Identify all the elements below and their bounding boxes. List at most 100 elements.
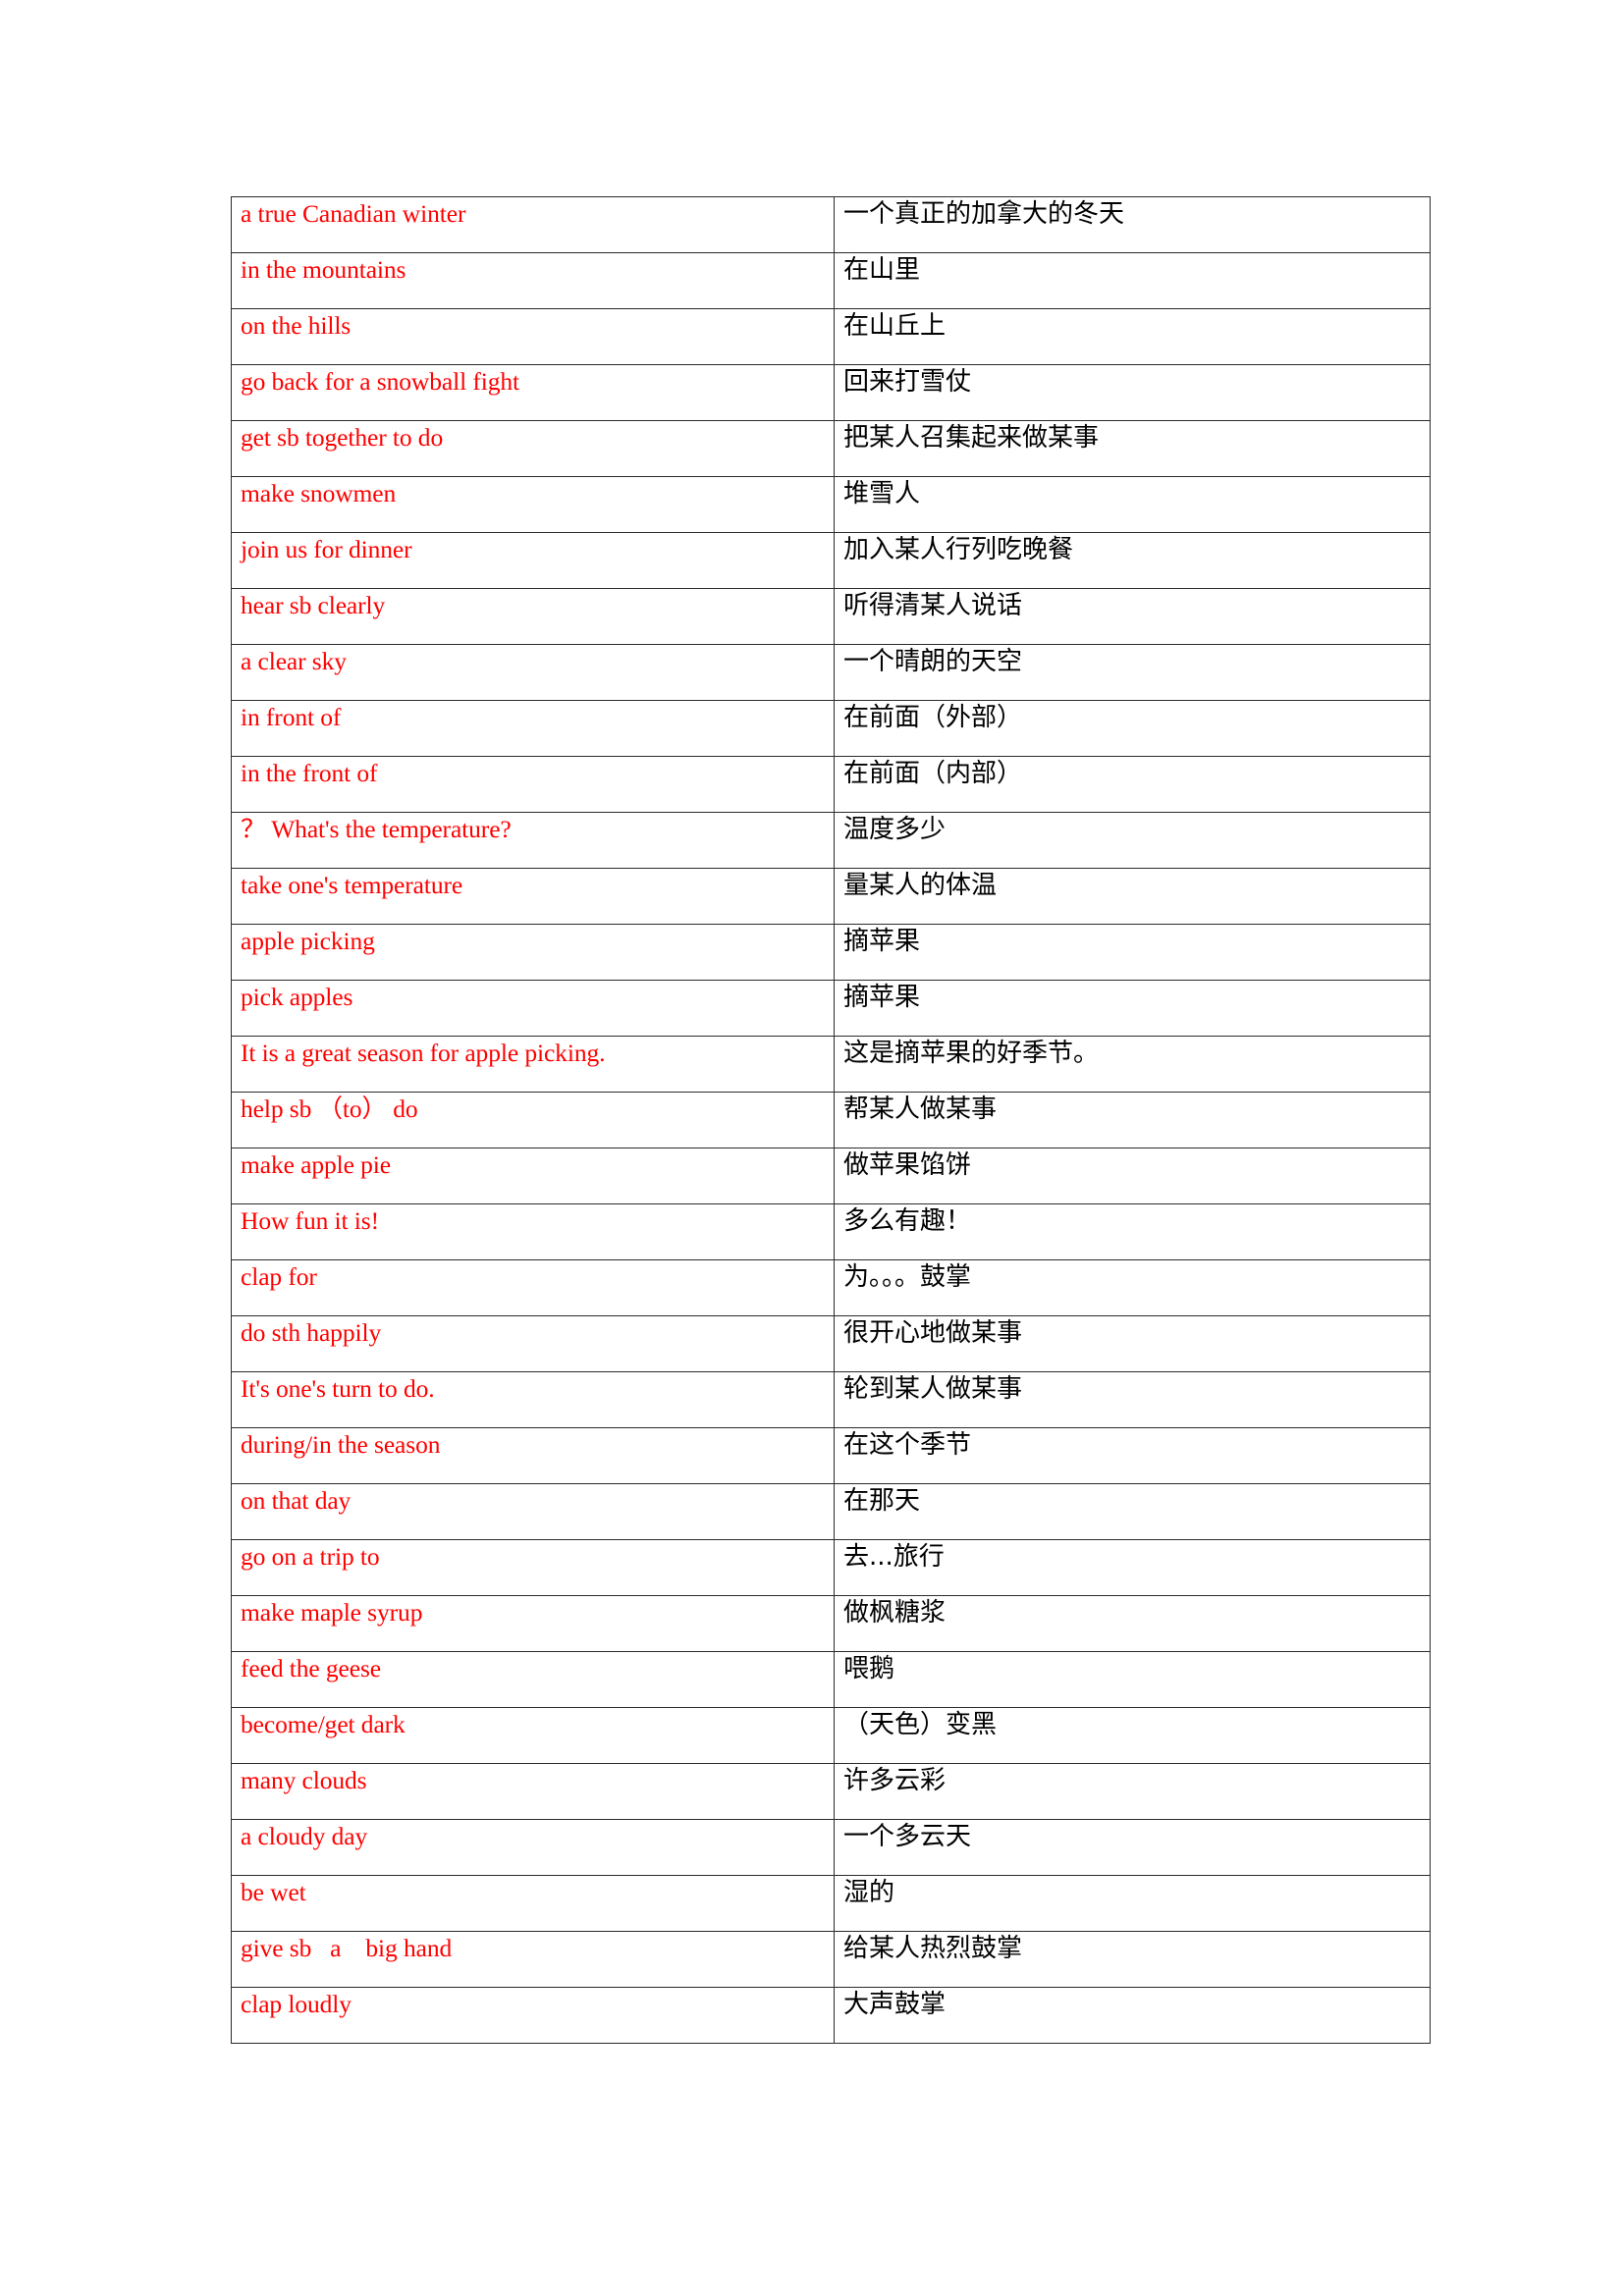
table-row: on the hills 在山丘上 [231,308,1431,365]
english-phrase-cell: clap for [231,1259,835,1316]
chinese-translation-cell: 堆雪人 [834,476,1431,533]
chinese-translation-cell: 一个真正的加拿大的冬天 [834,196,1431,253]
english-phrase-cell: make maple syrup [231,1595,835,1652]
chinese-translation-cell: 听得清某人说话 [834,588,1431,645]
english-phrase-cell: go back for a snowball fight [231,364,835,421]
chinese-translation-cell: 在前面（外部） [834,700,1431,757]
english-phrase-cell: in front of [231,700,835,757]
table-row: go on a trip to 去...旅行 [231,1539,1431,1596]
table-row: give sb a big hand 给某人热烈鼓掌 [231,1931,1431,1988]
table-row: ？ What's the temperature? 温度多少 [231,812,1431,869]
english-phrase-cell: give sb a big hand [231,1931,835,1988]
chinese-translation-cell: 在山丘上 [834,308,1431,365]
english-phrase-cell: be wet [231,1875,835,1932]
english-phrase-cell: on the hills [231,308,835,365]
english-phrase-cell: hear sb clearly [231,588,835,645]
chinese-translation-cell: 量某人的体温 [834,868,1431,925]
document-page: a true Canadian winter 一个真正的加拿大的冬天 in the … [0,0,1624,2296]
chinese-translation-cell: 在那天 [834,1483,1431,1540]
chinese-translation-cell: 摘苹果 [834,980,1431,1037]
table-row: It's one's turn to do. 轮到某人做某事 [231,1371,1431,1428]
english-phrase-cell: many clouds [231,1763,835,1820]
chinese-translation-cell: 摘苹果 [834,924,1431,981]
chinese-translation-cell: 加入某人行列吃晚餐 [834,532,1431,589]
english-phrase-cell: a cloudy day [231,1819,835,1876]
english-phrase-cell: help sb （to） do [231,1092,835,1148]
english-phrase-cell: in the mountains [231,252,835,309]
chinese-translation-cell: 把某人召集起来做某事 [834,420,1431,477]
english-phrase-cell: pick apples [231,980,835,1037]
table-row: take one's temperature 量某人的体温 [231,868,1431,925]
chinese-translation-cell: 在这个季节 [834,1427,1431,1484]
chinese-translation-cell: （天色）变黑 [834,1707,1431,1764]
table-row: be wet 湿的 [231,1875,1431,1932]
table-row: clap for 为。。。鼓掌 [231,1259,1431,1316]
table-row: help sb （to） do 帮某人做某事 [231,1092,1431,1148]
table-row: clap loudly 大声鼓掌 [231,1987,1431,2044]
chinese-translation-cell: 这是摘苹果的好季节。 [834,1036,1431,1093]
table-row: get sb together to do 把某人召集起来做某事 [231,420,1431,477]
table-row: make apple pie 做苹果馅饼 [231,1148,1431,1204]
english-phrase-cell: get sb together to do [231,420,835,477]
english-phrase-cell: during/in the season [231,1427,835,1484]
english-phrase-cell: It's one's turn to do. [231,1371,835,1428]
table-row: join us for dinner 加入某人行列吃晚餐 [231,532,1431,589]
english-phrase-cell: clap loudly [231,1987,835,2044]
english-phrase-cell: a clear sky [231,644,835,701]
english-phrase-cell: ？ What's the temperature? [231,812,835,869]
english-phrase-cell: in the front of [231,756,835,813]
english-phrase-cell: make apple pie [231,1148,835,1204]
chinese-translation-cell: 做苹果馅饼 [834,1148,1431,1204]
english-phrase-cell: take one's temperature [231,868,835,925]
english-phrase-cell: It is a great season for apple picking. [231,1036,835,1093]
chinese-translation-cell: 一个多云天 [834,1819,1431,1876]
chinese-translation-cell: 回来打雪仗 [834,364,1431,421]
table-row: make snowmen 堆雪人 [231,476,1431,533]
chinese-translation-cell: 轮到某人做某事 [834,1371,1431,1428]
english-phrase-cell: on that day [231,1483,835,1540]
chinese-translation-cell: 大声鼓掌 [834,1987,1431,2044]
chinese-translation-cell: 去...旅行 [834,1539,1431,1596]
table-row: pick apples 摘苹果 [231,980,1431,1037]
english-phrase-cell: feed the geese [231,1651,835,1708]
table-row: make maple syrup 做枫糖浆 [231,1595,1431,1652]
table-row: on that day 在那天 [231,1483,1431,1540]
table-row: a cloudy day 一个多云天 [231,1819,1431,1876]
table-row: in front of 在前面（外部） [231,700,1431,757]
chinese-translation-cell: 给某人热烈鼓掌 [834,1931,1431,1988]
table-row: a true Canadian winter 一个真正的加拿大的冬天 [231,196,1431,253]
chinese-translation-cell: 在山里 [834,252,1431,309]
table-row: do sth happily 很开心地做某事 [231,1315,1431,1372]
chinese-translation-cell: 湿的 [834,1875,1431,1932]
table-row: How fun it is! 多么有趣！ [231,1203,1431,1260]
chinese-translation-cell: 多么有趣！ [834,1203,1431,1260]
english-phrase-cell: make snowmen [231,476,835,533]
english-phrase-cell: do sth happily [231,1315,835,1372]
english-phrase-cell: apple picking [231,924,835,981]
english-phrase-cell: become/get dark [231,1707,835,1764]
table-row: feed the geese 喂鹅 [231,1651,1431,1708]
english-phrase-cell: join us for dinner [231,532,835,589]
chinese-translation-cell: 帮某人做某事 [834,1092,1431,1148]
table-body: a true Canadian winter 一个真正的加拿大的冬天 in the … [231,196,1431,2044]
table-row: during/in the season 在这个季节 [231,1427,1431,1484]
chinese-translation-cell: 温度多少 [834,812,1431,869]
table-row: in the mountains 在山里 [231,252,1431,309]
table-row: become/get dark （天色）变黑 [231,1707,1431,1764]
chinese-translation-cell: 一个晴朗的天空 [834,644,1431,701]
table-row: go back for a snowball fight 回来打雪仗 [231,364,1431,421]
chinese-translation-cell: 在前面（内部） [834,756,1431,813]
table-row: hear sb clearly 听得清某人说话 [231,588,1431,645]
chinese-translation-cell: 做枫糖浆 [834,1595,1431,1652]
chinese-translation-cell: 很开心地做某事 [834,1315,1431,1372]
chinese-translation-cell: 喂鹅 [834,1651,1431,1708]
table-row: apple picking 摘苹果 [231,924,1431,981]
table-row: many clouds 许多云彩 [231,1763,1431,1820]
english-phrase-cell: go on a trip to [231,1539,835,1596]
vocabulary-table: a true Canadian winter 一个真正的加拿大的冬天 in the … [231,196,1431,2044]
english-phrase-cell: How fun it is! [231,1203,835,1260]
table-row: a clear sky 一个晴朗的天空 [231,644,1431,701]
chinese-translation-cell: 为。。。鼓掌 [834,1259,1431,1316]
table-row: It is a great season for apple picking. 这… [231,1036,1431,1093]
table-row: in the front of 在前面（内部） [231,756,1431,813]
